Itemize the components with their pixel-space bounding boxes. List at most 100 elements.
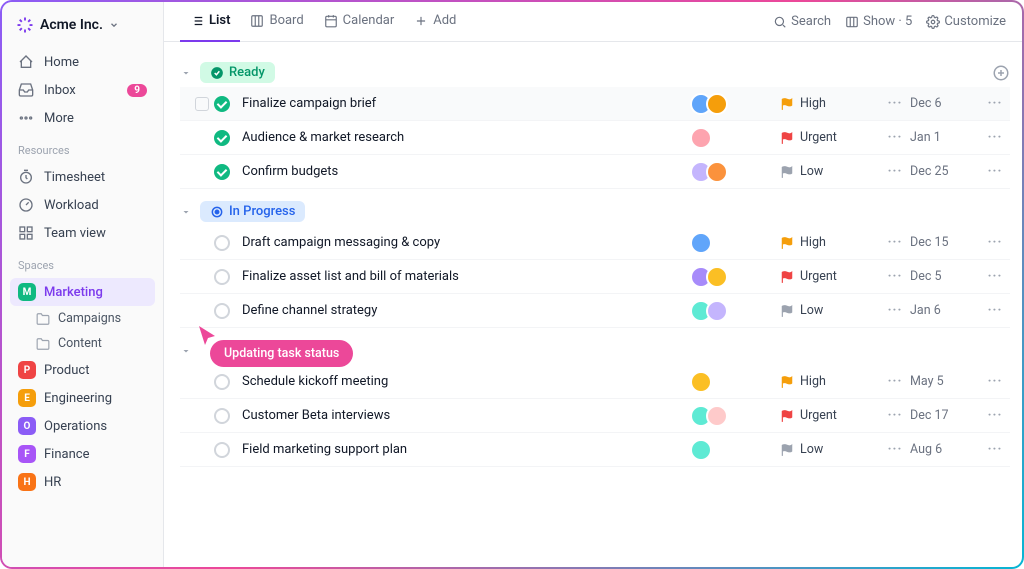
add-task-icon[interactable] [992, 64, 1010, 82]
search-button[interactable]: Search [773, 14, 831, 29]
view-tab-add[interactable]: Add [404, 2, 466, 42]
space-badge: F [18, 445, 36, 463]
row-menu-icon[interactable]: ··· [880, 374, 910, 389]
task-row[interactable]: Draft campaign messaging & copy High ···… [180, 226, 1010, 260]
due-date[interactable]: Dec 17 [910, 408, 980, 423]
task-row[interactable]: Define channel strategy Low ··· Jan 6 ··… [180, 294, 1010, 328]
priority-label: Urgent [800, 408, 837, 423]
priority-cell[interactable]: Low [780, 442, 880, 457]
due-date[interactable]: Dec 6 [910, 96, 980, 111]
task-row[interactable]: Schedule kickoff meeting High ··· May 5 … [180, 365, 1010, 399]
space-engineering[interactable]: E Engineering [10, 384, 155, 412]
row-menu-icon[interactable]: ··· [880, 130, 910, 145]
task-row[interactable]: Audience & market research Urgent ··· Ja… [180, 121, 1010, 155]
priority-cell[interactable]: Urgent [780, 130, 880, 145]
view-tab-list[interactable]: List [180, 2, 240, 42]
task-row[interactable]: Customer Beta interviews Urgent ··· Dec … [180, 399, 1010, 433]
nav-workload[interactable]: Workload [10, 191, 155, 219]
assignees[interactable] [690, 266, 780, 288]
space-badge: M [18, 283, 36, 301]
due-date[interactable]: May 5 [910, 374, 980, 389]
assignees[interactable] [690, 93, 780, 115]
space-hr[interactable]: H HR [10, 468, 155, 496]
row-menu-icon[interactable]: ··· [880, 96, 910, 111]
row-checkbox[interactable] [195, 97, 209, 111]
assignees[interactable] [690, 161, 780, 183]
priority-cell[interactable]: Urgent [780, 269, 880, 284]
assignees[interactable] [690, 405, 780, 427]
task-row[interactable]: Finalize asset list and bill of material… [180, 260, 1010, 294]
priority-cell[interactable]: High [780, 374, 880, 389]
nav-more[interactable]: More [10, 104, 155, 132]
task-name: Schedule kickoff meeting [242, 374, 690, 389]
row-actions-icon[interactable]: ··· [980, 442, 1010, 457]
due-date[interactable]: Jan 6 [910, 303, 980, 318]
view-tab-board[interactable]: Board [240, 2, 313, 42]
collapse-icon[interactable] [180, 206, 192, 218]
space-product[interactable]: P Product [10, 356, 155, 384]
task-status-icon[interactable] [214, 408, 230, 424]
assignees[interactable] [690, 232, 780, 254]
task-status-icon[interactable] [214, 374, 230, 390]
priority-cell[interactable]: Urgent [780, 408, 880, 423]
row-actions-icon[interactable]: ··· [980, 235, 1010, 250]
task-row[interactable]: Confirm budgets Low ··· Dec 25 ··· [180, 155, 1010, 189]
row-menu-icon[interactable]: ··· [880, 408, 910, 423]
row-actions-icon[interactable]: ··· [980, 374, 1010, 389]
view-tab-calendar[interactable]: Calendar [314, 2, 405, 42]
due-date[interactable]: Jan 1 [910, 130, 980, 145]
folder-content[interactable]: Content [10, 331, 155, 356]
customize-button[interactable]: Customize [926, 14, 1006, 29]
priority-cell[interactable]: High [780, 96, 880, 111]
task-status-icon[interactable] [214, 164, 230, 180]
assignees[interactable] [690, 371, 780, 393]
assignees[interactable] [690, 127, 780, 149]
row-menu-icon[interactable]: ··· [880, 235, 910, 250]
row-actions-icon[interactable]: ··· [980, 130, 1010, 145]
row-actions-icon[interactable]: ··· [980, 303, 1010, 318]
nav-inbox[interactable]: Inbox 9 [10, 76, 155, 104]
row-menu-icon[interactable]: ··· [880, 442, 910, 457]
collapse-icon[interactable] [180, 67, 192, 79]
space-operations[interactable]: O Operations [10, 412, 155, 440]
status-pill[interactable]: In Progress [200, 201, 305, 222]
collapse-icon[interactable] [180, 345, 192, 357]
row-actions-icon[interactable]: ··· [980, 408, 1010, 423]
row-menu-icon[interactable]: ··· [880, 303, 910, 318]
task-status-icon[interactable] [214, 442, 230, 458]
folder-campaigns[interactable]: Campaigns [10, 306, 155, 331]
task-status-icon[interactable] [214, 130, 230, 146]
space-finance[interactable]: F Finance [10, 440, 155, 468]
task-status-icon[interactable] [214, 96, 230, 112]
row-actions-icon[interactable]: ··· [980, 96, 1010, 111]
nav-label: Inbox [44, 83, 76, 98]
priority-cell[interactable]: Low [780, 164, 880, 179]
row-actions-icon[interactable]: ··· [980, 164, 1010, 179]
row-actions-icon[interactable]: ··· [980, 269, 1010, 284]
status-pill[interactable]: Ready [200, 62, 275, 83]
due-date[interactable]: Aug 6 [910, 442, 980, 457]
priority-label: Low [800, 303, 823, 318]
space-badge: H [18, 473, 36, 491]
nav-home[interactable]: Home [10, 48, 155, 76]
flag-icon [780, 304, 794, 318]
workspace-switcher[interactable]: Acme Inc. [10, 12, 155, 38]
assignees[interactable] [690, 300, 780, 322]
task-status-icon[interactable] [214, 303, 230, 319]
assignees[interactable] [690, 439, 780, 461]
space-marketing[interactable]: M Marketing [10, 278, 155, 306]
task-status-icon[interactable] [214, 235, 230, 251]
due-date[interactable]: Dec 25 [910, 164, 980, 179]
priority-cell[interactable]: Low [780, 303, 880, 318]
task-row[interactable]: Finalize campaign brief High ··· Dec 6 ·… [180, 87, 1010, 121]
due-date[interactable]: Dec 15 [910, 235, 980, 250]
due-date[interactable]: Dec 5 [910, 269, 980, 284]
row-menu-icon[interactable]: ··· [880, 269, 910, 284]
task-row[interactable]: Field marketing support plan Low ··· Aug… [180, 433, 1010, 467]
row-menu-icon[interactable]: ··· [880, 164, 910, 179]
nav-team-view[interactable]: Team view [10, 219, 155, 247]
priority-cell[interactable]: High [780, 235, 880, 250]
nav-timesheet[interactable]: Timesheet [10, 163, 155, 191]
task-status-icon[interactable] [214, 269, 230, 285]
show-button[interactable]: Show · 5 [845, 14, 912, 29]
